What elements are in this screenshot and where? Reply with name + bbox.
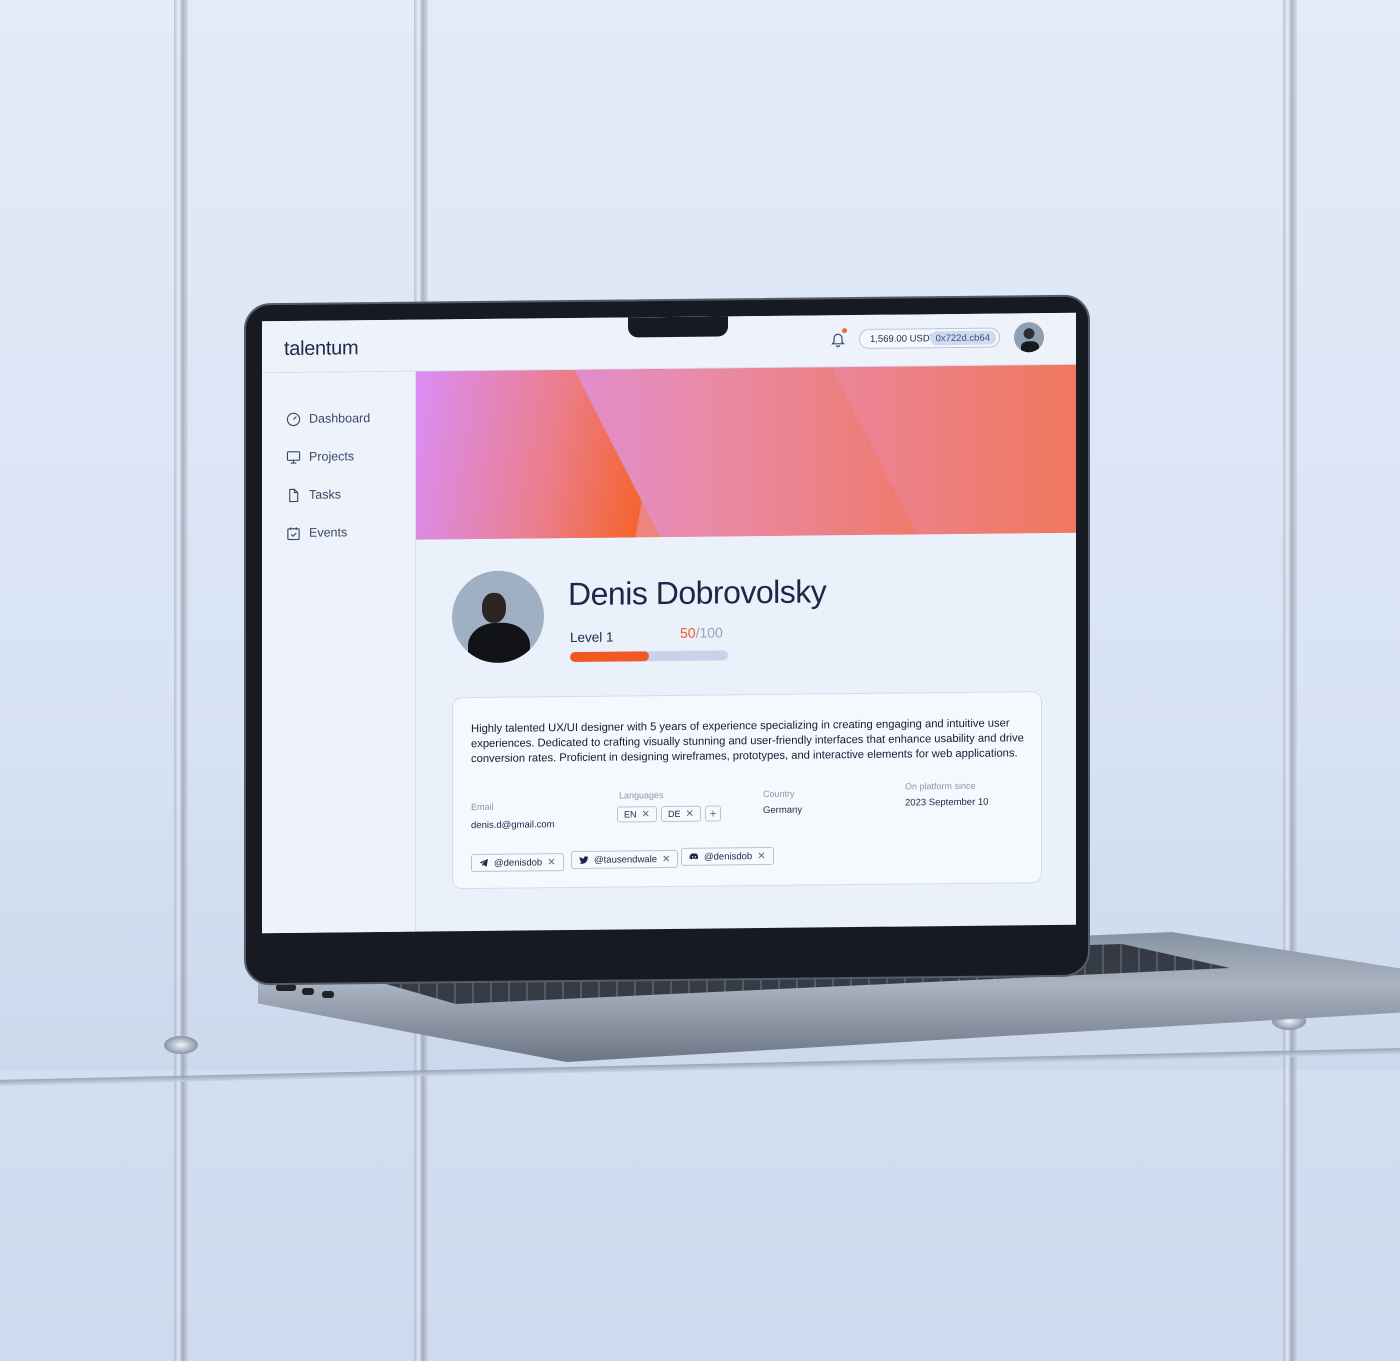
- wallet-pill[interactable]: 1,569.00 USDT 0x722d.cb64: [859, 327, 1000, 350]
- notification-dot: [842, 328, 847, 334]
- country-label: Country: [763, 788, 795, 800]
- presentation-icon: [286, 450, 301, 464]
- sidebar-item-tasks[interactable]: Tasks: [286, 484, 341, 505]
- profile-bio: Highly talented UX/UI designer with 5 ye…: [471, 717, 1024, 766]
- bell-icon[interactable]: [831, 331, 845, 348]
- rod-joint: [164, 1036, 198, 1054]
- close-icon[interactable]: ✕: [757, 850, 765, 861]
- sidebar-item-label: Projects: [309, 449, 355, 464]
- score-current: 50: [680, 624, 696, 641]
- sidebar-item-label: Events: [309, 525, 348, 540]
- avatar-head: [482, 592, 506, 623]
- discord-icon: [689, 853, 699, 860]
- profile-banner: [416, 364, 1076, 540]
- language-chip[interactable]: DE ✕: [661, 805, 701, 823]
- camera-notch: [628, 316, 728, 338]
- plus-icon: +: [709, 806, 717, 821]
- wallet-address[interactable]: 0x722d.cb64: [929, 330, 996, 346]
- score-max: /100: [695, 624, 723, 641]
- profile-avatar[interactable]: [452, 570, 544, 664]
- level-progress-fill: [570, 651, 649, 663]
- background-rod: [174, 0, 188, 1361]
- laptop-port: [322, 991, 334, 998]
- twitter-icon: [579, 856, 589, 864]
- since-value: 2023 September 10: [905, 796, 989, 809]
- language-code: EN: [624, 809, 637, 820]
- sidebar-item-label: Tasks: [309, 487, 341, 502]
- social-handle: @tausendwale: [594, 853, 657, 866]
- email-label: Email: [471, 801, 494, 813]
- background-rod: [1283, 0, 1297, 1361]
- balance-text: 1,569.00 USDT: [870, 333, 936, 345]
- sidebar-item-events[interactable]: Events: [286, 522, 347, 543]
- languages-label: Languages: [619, 790, 664, 801]
- calendar-check-icon: [287, 526, 300, 540]
- close-icon[interactable]: ✕: [547, 857, 555, 868]
- avatar-body: [468, 622, 530, 664]
- language-code: DE: [668, 808, 681, 820]
- close-icon[interactable]: ✕: [642, 809, 650, 820]
- social-handle: @denisdob: [704, 850, 753, 863]
- sidebar: Dashboard Projects Tasks Events: [262, 371, 416, 934]
- level-progress-bar: [570, 650, 728, 663]
- laptop-port: [302, 988, 314, 995]
- profile-name: Denis Dobrovolsky: [568, 573, 827, 613]
- social-telegram[interactable]: @denisdob ✕: [471, 853, 564, 873]
- app-logo[interactable]: talentum: [284, 337, 358, 361]
- social-handle: @denisdob: [494, 856, 543, 869]
- close-icon[interactable]: ✕: [662, 853, 670, 864]
- sidebar-item-dashboard[interactable]: Dashboard: [286, 408, 370, 429]
- country-value: Germany: [763, 804, 803, 817]
- add-language-button[interactable]: +: [705, 805, 721, 822]
- sidebar-item-label: Dashboard: [309, 411, 371, 426]
- since-label: On platform since: [905, 780, 976, 792]
- telegram-icon: [479, 858, 488, 867]
- social-twitter[interactable]: @tausendwale ✕: [571, 849, 679, 870]
- laptop-screen: talentum 1,569.00 USDT 0x722d.cb64 Dashb…: [262, 312, 1076, 934]
- language-chip[interactable]: EN ✕: [617, 806, 657, 823]
- profile-info-card: Highly talented UX/UI designer with 5 ye…: [452, 691, 1042, 890]
- user-avatar[interactable]: [1014, 322, 1044, 353]
- social-discord[interactable]: @denisdob ✕: [681, 846, 774, 866]
- level-label: Level 1: [570, 629, 614, 646]
- sidebar-item-projects[interactable]: Projects: [286, 446, 354, 467]
- file-icon: [289, 488, 299, 502]
- close-icon[interactable]: ✕: [686, 808, 694, 819]
- level-score: 50/100: [680, 624, 723, 640]
- gauge-icon: [286, 412, 301, 426]
- email-value[interactable]: denis.d@gmail.com: [471, 819, 555, 831]
